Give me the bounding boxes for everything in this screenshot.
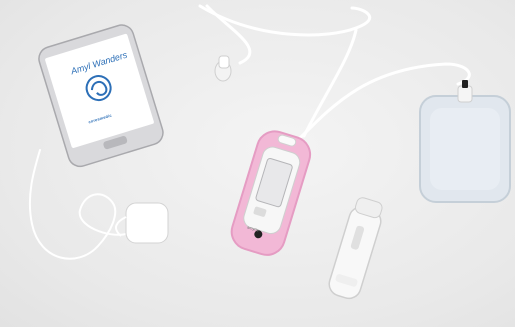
applicator-device [328, 197, 383, 300]
small-receiver-device [115, 202, 169, 244]
insulin-pump [230, 130, 312, 256]
tube-connector [214, 55, 232, 82]
photo-scene [28, 4, 511, 300]
fluid-bag [419, 80, 511, 203]
